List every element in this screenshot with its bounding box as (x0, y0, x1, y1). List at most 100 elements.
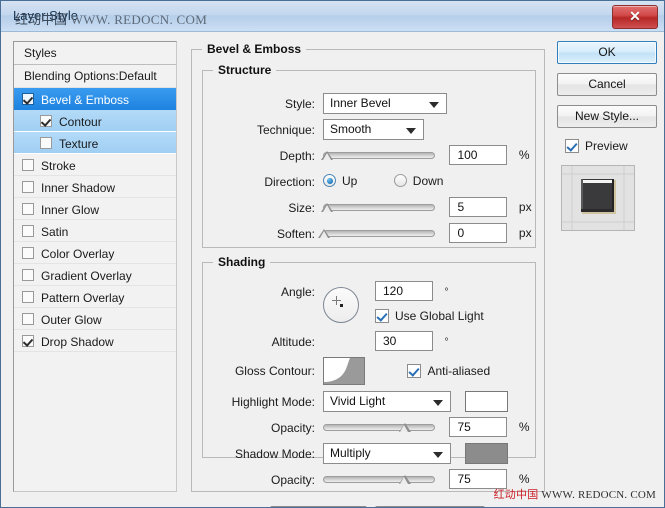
style-row[interactable]: Pattern Overlay (14, 286, 176, 308)
preview-label: Preview (585, 139, 628, 153)
style-row-checkbox[interactable] (40, 137, 52, 149)
soften-slider[interactable] (318, 223, 435, 243)
style-select-value: Inner Bevel (330, 96, 391, 110)
style-row[interactable]: Texture (14, 132, 176, 154)
style-row-checkbox[interactable] (22, 247, 34, 259)
technique-select[interactable]: Smooth (323, 119, 424, 140)
structure-group: Structure Style: Inner Bevel Technique: … (202, 63, 536, 248)
angle-input[interactable]: 120 (375, 281, 433, 301)
bevel-emboss-legend: Bevel & Emboss (202, 42, 307, 56)
blending-options-row[interactable]: Blending Options:Default (14, 65, 176, 88)
highlight-opacity-track (323, 424, 435, 431)
soften-label: Soften: (276, 227, 315, 241)
chevron-down-icon (429, 102, 439, 108)
style-row[interactable]: Satin (14, 220, 176, 242)
highlight-opacity-thumb[interactable] (398, 420, 412, 433)
style-row-checkbox[interactable] (22, 225, 34, 237)
anti-aliased-checkbox[interactable]: Anti-aliased (407, 362, 490, 381)
style-row-checkbox[interactable] (22, 269, 34, 281)
size-unit: px (518, 200, 532, 215)
style-row[interactable]: Outer Glow (14, 308, 176, 330)
style-row[interactable]: Contour (14, 110, 176, 132)
gloss-contour-dropdown[interactable] (364, 358, 365, 385)
bottom-watermark: 红动中国 WWW. REDOCN. COM (494, 486, 656, 502)
style-row-label: Texture (59, 136, 99, 151)
bevel-emboss-group: Bevel & Emboss Structure Style: Inner Be… (191, 42, 545, 507)
shadow-opacity-thumb[interactable] (398, 472, 412, 485)
style-row-checkbox[interactable] (22, 93, 34, 105)
style-row-label: Stroke (41, 158, 76, 173)
style-row[interactable]: Inner Shadow (14, 176, 176, 198)
style-row-label: Outer Glow (41, 312, 102, 327)
style-row[interactable]: Bevel & Emboss (14, 88, 176, 110)
direction-down-radio[interactable]: Down (393, 171, 443, 191)
style-row-label: Inner Shadow (41, 180, 116, 195)
soften-slider-thumb[interactable] (318, 226, 331, 239)
depth-slider-track (323, 152, 435, 159)
shadow-color-swatch[interactable] (465, 443, 509, 464)
style-row-label: Satin (41, 224, 69, 239)
depth-slider-thumb[interactable] (321, 148, 334, 161)
size-label: Size: (288, 201, 315, 215)
angle-unit: ° (444, 287, 449, 299)
styles-header: Styles (14, 42, 176, 65)
technique-select-value: Smooth (330, 122, 372, 136)
style-row-checkbox[interactable] (22, 181, 34, 193)
gloss-contour-swatch[interactable] (323, 357, 365, 385)
style-row[interactable]: Color Overlay (14, 242, 176, 264)
ok-button[interactable]: OK (557, 41, 657, 64)
use-global-light-checkbox[interactable]: Use Global Light (375, 307, 484, 326)
altitude-input[interactable]: 30 (375, 331, 433, 351)
depth-input[interactable]: 100 (449, 145, 508, 165)
highlight-opacity-label: Opacity: (270, 421, 315, 435)
highlight-color-swatch[interactable] (465, 391, 509, 412)
direction-label: Direction: (264, 175, 315, 189)
style-row[interactable]: Stroke (14, 154, 176, 176)
depth-label: Depth: (279, 149, 315, 163)
shadow-opacity-slider[interactable] (323, 469, 435, 489)
highlight-opacity-input[interactable]: 75 (449, 417, 508, 437)
highlight-mode-label: Highlight Mode: (231, 395, 315, 409)
highlight-opacity-slider[interactable] (323, 417, 435, 437)
style-row[interactable]: Inner Glow (14, 198, 176, 220)
chevron-down-icon (433, 452, 443, 458)
style-row-checkbox[interactable] (22, 159, 34, 171)
style-row[interactable]: Gradient Overlay (14, 264, 176, 286)
bottom-watermark-en: WWW. REDOCN. COM (541, 489, 656, 501)
size-input[interactable]: 5 (449, 197, 508, 217)
soften-input[interactable]: 0 (449, 223, 508, 243)
title-watermark-en: WWW. REDOCN. COM (70, 12, 208, 27)
style-row-checkbox[interactable] (22, 313, 34, 325)
shadow-mode-value: Multiply (330, 446, 371, 460)
shading-group: Shading Angle: 120 ° Use Global Light Al… (202, 255, 536, 489)
close-button[interactable]: ✕ (612, 5, 658, 29)
size-slider-track (323, 204, 435, 211)
shadow-opacity-track (323, 476, 435, 483)
size-slider-thumb[interactable] (321, 200, 334, 213)
shadow-mode-select[interactable]: Multiply (323, 443, 451, 464)
altitude-label: Altitude: (271, 335, 315, 349)
style-label: Style: (284, 97, 315, 111)
title-bar: Layer Style 红动中国 WWW. REDOCN. COM ✕ (1, 1, 664, 32)
preview-thumbnail-image (562, 166, 634, 230)
style-row-label: Bevel & Emboss (41, 92, 130, 107)
depth-slider[interactable] (321, 145, 435, 165)
new-style-button[interactable]: New Style... (557, 105, 657, 128)
style-select[interactable]: Inner Bevel (323, 93, 447, 114)
style-row-checkbox[interactable] (22, 335, 34, 347)
size-slider[interactable] (321, 197, 435, 217)
action-panel: OK Cancel New Style... Preview (557, 41, 657, 231)
style-row-label: Gradient Overlay (41, 268, 132, 283)
style-row-checkbox[interactable] (22, 291, 34, 303)
layer-style-dialog: Layer Style 红动中国 WWW. REDOCN. COM ✕ Styl… (0, 0, 665, 508)
highlight-mode-select[interactable]: Vivid Light (323, 391, 451, 412)
direction-up-radio[interactable]: Up (323, 171, 357, 191)
soften-slider-track (323, 230, 435, 237)
shadow-opacity-label: Opacity: (270, 473, 315, 487)
cancel-button[interactable]: Cancel (557, 73, 657, 96)
preview-checkbox[interactable]: Preview (565, 137, 628, 156)
altitude-unit: ° (444, 337, 449, 349)
style-row[interactable]: Drop Shadow (14, 330, 176, 352)
style-row-checkbox[interactable] (40, 115, 52, 127)
style-row-checkbox[interactable] (22, 203, 34, 215)
